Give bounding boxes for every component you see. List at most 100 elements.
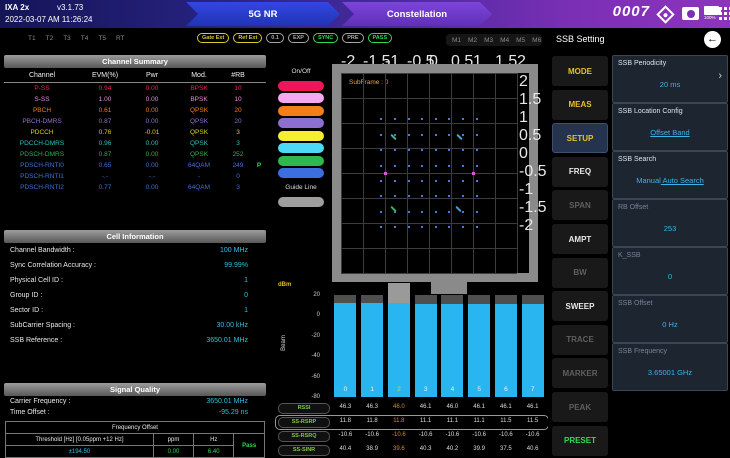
column-header: Channel — [4, 72, 80, 79]
legend-toggle[interactable] — [278, 131, 324, 141]
menu-button-ampt[interactable]: AMPT — [552, 224, 608, 254]
menu-button-span[interactable]: SPAN — [552, 190, 608, 220]
trace-label[interactable]: T4 — [81, 35, 89, 42]
legend-toggle[interactable] — [278, 106, 324, 116]
table-row: PDSCH-RNTI1-.--.--0 — [4, 171, 266, 182]
device-info: IXA 2xv3.1.73 2022-03-07 AM 11:26:24 — [5, 2, 92, 26]
stat-row-label[interactable]: SS-RSRQ — [278, 431, 330, 442]
info-row: SSB Reference :3650.01 MHz — [4, 333, 266, 348]
setting-card-ssb-location-config[interactable]: SSB Location ConfigOffset Band — [612, 103, 728, 151]
stat-value: -10.6 — [439, 432, 466, 438]
beam-bar[interactable] — [415, 304, 437, 397]
setting-value-part[interactable]: Manual — [636, 176, 661, 185]
setting-card-ssb-frequency[interactable]: SSB Frequency3.65001 GHz — [612, 343, 728, 391]
cell: -.- — [130, 173, 174, 180]
menu-button-bw[interactable]: BW — [552, 258, 608, 288]
guide-line-toggle[interactable] — [278, 197, 324, 207]
marker-label[interactable]: M3 — [484, 37, 493, 44]
stat-value: 11.1 — [466, 418, 493, 424]
info-row: Sector ID :1 — [4, 303, 266, 318]
menu-button-peak[interactable]: PEAK — [552, 392, 608, 422]
beam-bar[interactable] — [441, 304, 463, 397]
panel-title: SSB Setting — [556, 34, 605, 44]
cell: PDSCH-DMRS — [4, 151, 80, 158]
menu-button-preset[interactable]: PRESET — [552, 426, 608, 456]
tab-label: Constellation — [387, 9, 447, 20]
menu-button-freq[interactable]: FREQ — [552, 157, 608, 187]
column-header: Mod. — [174, 72, 224, 79]
constellation-point — [421, 226, 423, 228]
legend-toggle[interactable] — [278, 156, 324, 166]
beam-bar-chart: dBm Beam 200-20-40-60-80 01234567 RSSI46… — [276, 280, 548, 458]
beam-bar[interactable] — [388, 303, 410, 397]
tab-measure-constellation[interactable]: Constellation — [342, 2, 492, 26]
marker-label[interactable]: M5 — [516, 37, 525, 44]
menu-button-meas[interactable]: MEAS — [552, 90, 608, 120]
legend-toggle[interactable] — [278, 118, 324, 128]
camera-icon[interactable] — [682, 7, 699, 20]
apps-menu-icon[interactable] — [719, 7, 722, 10]
constellation-point — [421, 211, 423, 213]
trace-label[interactable]: RT — [116, 35, 125, 42]
cell: BPSK — [174, 96, 224, 103]
back-icon[interactable]: ← — [704, 31, 721, 48]
beam-bar[interactable] — [522, 304, 544, 397]
ssb-setting-panel: SSB Setting ← MODE MEASSETUP FREQSPAN AMPT B… — [548, 28, 730, 458]
stat-value: -10.6 — [493, 432, 520, 438]
beam-bar[interactable] — [361, 303, 383, 397]
stat-row-label[interactable]: SS-RSRP — [278, 417, 330, 428]
setting-card-k-ssb[interactable]: K_SSB0 — [612, 247, 728, 295]
cell: BPSK — [174, 85, 224, 92]
stat-row-label[interactable]: SS-SINR — [278, 445, 330, 456]
cell: -0.01 — [130, 129, 174, 136]
legend-toggle[interactable] — [278, 93, 324, 103]
menu-button-setup[interactable]: SETUP — [552, 123, 608, 153]
marker-label[interactable]: M4 — [500, 37, 509, 44]
bar-index-label: 2 — [388, 386, 410, 393]
menu-button-marker[interactable]: MARKER — [552, 358, 608, 388]
trace-label[interactable]: T3 — [63, 35, 71, 42]
menu-button-mode[interactable]: MODE — [552, 56, 608, 86]
setting-label: SSB Search — [618, 156, 656, 163]
constellation-point — [408, 226, 410, 228]
legend-toggle[interactable] — [278, 143, 324, 153]
beam-bar[interactable] — [468, 304, 490, 397]
grid-line — [341, 73, 517, 74]
trace-label[interactable]: T1 — [28, 35, 36, 42]
stat-row-label[interactable]: RSSI — [278, 403, 330, 414]
stat-value: 39.6 — [386, 446, 413, 452]
constellation-point — [435, 180, 437, 182]
marker-label[interactable]: M2 — [468, 37, 477, 44]
marker-label[interactable]: M6 — [532, 37, 541, 44]
setting-card-ssb-periodicity[interactable]: SSB Periodicity20 ms› — [612, 55, 728, 103]
row-label: SubCarrier Spacing : — [10, 322, 75, 329]
trace-label[interactable]: T5 — [98, 35, 106, 42]
setting-value: Manual Auto Search — [613, 176, 727, 185]
beam-bar[interactable] — [495, 304, 517, 397]
setting-value-link[interactable]: Offset Band — [650, 128, 689, 137]
bar-index-label: 4 — [441, 386, 463, 393]
beam-bar[interactable] — [334, 303, 356, 397]
info-row: Physical Cell ID :1 — [4, 273, 266, 288]
marker-label[interactable]: M1 — [452, 37, 461, 44]
setting-value-part[interactable]: Auto Search — [661, 176, 704, 185]
setting-label: SSB Frequency — [618, 348, 667, 355]
constellation-point — [476, 195, 478, 197]
menu-button-sweep[interactable]: SWEEP — [552, 291, 608, 321]
legend-toggle[interactable] — [278, 168, 324, 178]
gps-icon[interactable] — [656, 5, 674, 23]
trace-label[interactable]: T2 — [46, 35, 54, 42]
y-tick-label: 0.5 — [519, 127, 539, 145]
setting-card-ssb-offset[interactable]: SSB Offset0 Hz — [612, 295, 728, 343]
bar-cap — [441, 295, 463, 304]
menu-button-trace[interactable]: TRACE — [552, 325, 608, 355]
setting-card-rb-offset[interactable]: RB Offset253 — [612, 199, 728, 247]
setting-label: SSB Offset — [618, 300, 653, 307]
setting-card-ssb-search[interactable]: SSB Search Manual Auto Search — [612, 151, 728, 199]
cell: 3 — [224, 140, 252, 147]
bar-index-label: 5 — [468, 386, 490, 393]
tab-mode-5gnr[interactable]: 5G NR — [186, 2, 340, 26]
constellation-point — [394, 134, 396, 136]
legend-toggle[interactable] — [278, 81, 324, 91]
bar-index-label: 6 — [495, 386, 517, 393]
